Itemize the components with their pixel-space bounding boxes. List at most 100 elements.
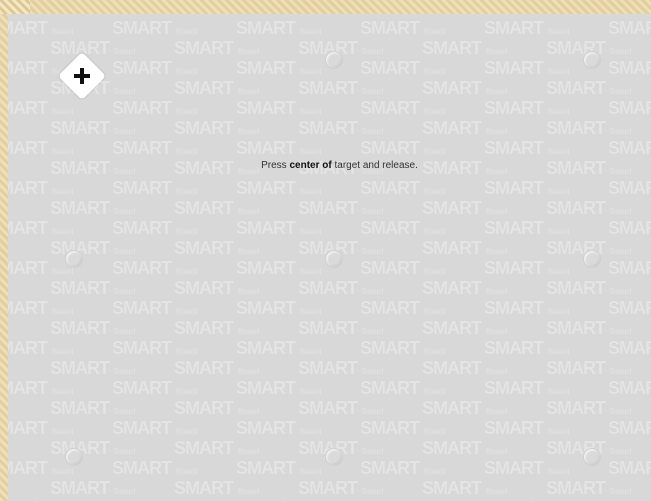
watermark-brand: SMART — [422, 238, 482, 258]
watermark-brand: SMART — [236, 258, 296, 278]
watermark-brand: SMART — [236, 58, 296, 78]
watermark-tagline: Board — [424, 267, 446, 276]
watermark-tagline: Board — [424, 147, 446, 156]
watermark-tagline: Board — [610, 487, 632, 496]
watermark-brand: SMART — [608, 18, 651, 38]
calibration-instruction: Press center of target and release. — [8, 160, 651, 171]
watermark-brand: SMART — [236, 338, 296, 358]
watermark-brand: SMART — [112, 138, 172, 158]
watermark-brand: SMART — [360, 298, 420, 318]
watermark-tagline: Board — [362, 447, 384, 456]
watermark-tagline: Board — [610, 447, 632, 456]
watermark-tagline: Board — [114, 367, 136, 376]
watermark-brand: SMART — [8, 218, 48, 238]
watermark-brand: SMART — [112, 98, 172, 118]
watermark-tagline: Board — [238, 207, 260, 216]
watermark-brand: SMART — [608, 58, 651, 78]
watermark-tagline: Board — [52, 27, 74, 36]
watermark-tagline: Board — [548, 227, 570, 236]
watermark-brand: SMART — [236, 98, 296, 118]
watermark-brand: SMART — [236, 178, 296, 198]
watermark-tagline: Board — [114, 47, 136, 56]
watermark-brand: SMART — [174, 238, 234, 258]
watermark-brand: SMART — [608, 338, 651, 358]
watermark-tagline: Board — [548, 67, 570, 76]
watermark-tagline: Board — [300, 307, 322, 316]
watermark-tagline: Board — [362, 47, 384, 56]
watermark-brand: SMART — [174, 198, 234, 218]
watermark-brand: SMART — [484, 258, 544, 278]
calibration-target-middle-left — [65, 250, 83, 268]
watermark-brand: SMART — [422, 318, 482, 338]
watermark-tagline: Board — [424, 187, 446, 196]
watermark-brand: SMART — [298, 198, 358, 218]
watermark-tagline: Board — [176, 147, 198, 156]
watermark-tagline: Board — [114, 87, 136, 96]
watermark-tagline: Board — [486, 447, 508, 456]
watermark-brand: SMART — [112, 418, 172, 438]
watermark-tagline: Board — [424, 227, 446, 236]
watermark-tagline: Board — [300, 387, 322, 396]
watermark-tagline: Board — [610, 287, 632, 296]
watermark-brand: SMART — [298, 278, 358, 298]
watermark-tagline: Board — [300, 27, 322, 36]
watermark-tagline: Board — [486, 487, 508, 496]
watermark-tagline: Board — [52, 427, 74, 436]
watermark-brand: SMART — [8, 338, 48, 358]
watermark-brand: SMART — [8, 298, 48, 318]
watermark-brand: SMART — [112, 298, 172, 318]
watermark-tagline: Board — [114, 247, 136, 256]
watermark-tagline: Board — [486, 207, 508, 216]
watermark-brand: SMART — [174, 38, 234, 58]
watermark-brand: SMART — [360, 418, 420, 438]
watermark-brand: SMART — [298, 478, 358, 498]
watermark-brand: SMART — [360, 18, 420, 38]
watermark-tagline: Board — [424, 67, 446, 76]
watermark-brand: SMART — [360, 378, 420, 398]
watermark-brand: SMART — [422, 358, 482, 378]
instruction-emphasis: center of — [289, 160, 332, 171]
watermark-brand: SMART — [174, 278, 234, 298]
watermark-tagline: Board — [238, 447, 260, 456]
calibration-target-bottom-center — [325, 448, 343, 466]
watermark-brand: SMART — [484, 418, 544, 438]
watermark-tagline: Board — [300, 467, 322, 476]
watermark-brand: SMART — [546, 478, 606, 498]
watermark-tagline: Board — [300, 187, 322, 196]
watermark-tagline: Board — [362, 287, 384, 296]
watermark-brand: SMART — [608, 378, 651, 398]
watermark-brand: SMART — [236, 378, 296, 398]
watermark-brand: SMART — [608, 258, 651, 278]
watermark-brand: SMART — [484, 18, 544, 38]
watermark-tagline: Board — [424, 347, 446, 356]
watermark-brand: SMART — [298, 118, 358, 138]
watermark-tagline: Board — [52, 467, 74, 476]
calibration-panel[interactable]: SMART Board SMART Board SMART Board SMART Board… — [8, 14, 651, 501]
watermark-brand: SMART — [298, 78, 358, 98]
watermark-brand: SMART — [8, 458, 48, 478]
watermark-brand: SMART — [298, 358, 358, 378]
watermark-tagline: Board — [486, 87, 508, 96]
watermark-brand: SMART — [236, 218, 296, 238]
watermark-tagline: Board — [300, 427, 322, 436]
watermark-brand: SMART — [8, 258, 48, 278]
watermark-brand: SMART — [422, 118, 482, 138]
watermark-tagline: Board — [114, 327, 136, 336]
watermark-tagline: Board — [362, 407, 384, 416]
window-frame: SMART Board SMART Board SMART Board SMART Board… — [0, 0, 651, 501]
calibration-target-middle-center — [325, 250, 343, 268]
watermark-brand: SMART — [50, 278, 110, 298]
watermark-brand: SMART — [484, 458, 544, 478]
calibration-target-bottom-left — [65, 448, 83, 466]
watermark-tagline: Board — [424, 107, 446, 116]
watermark-brand: SMART — [8, 378, 48, 398]
watermark-brand: SMART — [50, 118, 110, 138]
watermark-tagline: Board — [424, 387, 446, 396]
watermark-tagline: Board — [52, 107, 74, 116]
watermark-tagline: Board — [238, 127, 260, 136]
watermark-tagline: Board — [238, 367, 260, 376]
calibration-target-middle-right — [583, 250, 601, 268]
plus-icon[interactable] — [73, 67, 91, 85]
watermark-tagline: Board — [52, 147, 74, 156]
watermark-brand: SMART — [112, 338, 172, 358]
